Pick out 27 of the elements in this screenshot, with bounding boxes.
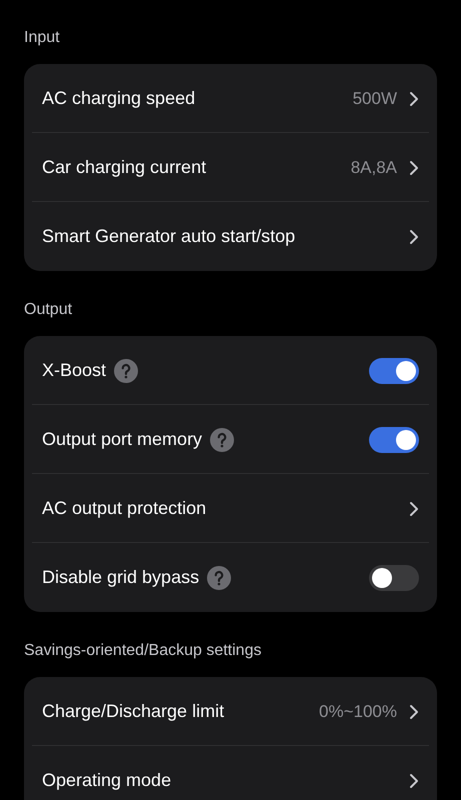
help-icon[interactable]	[114, 358, 138, 382]
setting-value: 500W	[352, 88, 397, 110]
setting-label: Output port memory	[42, 428, 202, 451]
section-title: Savings-oriented/Backup settings	[24, 641, 262, 661]
setting-label: Disable grid bypass	[42, 566, 200, 589]
setting-label: X-Boost	[42, 359, 106, 382]
setting-label: Charge/Discharge limit	[42, 700, 224, 723]
chevron-icon	[409, 160, 419, 176]
chevron-icon	[409, 704, 419, 720]
setting-label: AC output protection	[42, 497, 206, 520]
help-icon[interactable]	[210, 428, 234, 452]
chevron-icon	[409, 90, 419, 106]
setting-label: Car charging current	[42, 156, 206, 179]
toggle-switch[interactable]	[369, 564, 419, 590]
chevron-icon	[409, 228, 419, 244]
setting-label: Operating mode	[42, 769, 172, 792]
setting-label: AC charging speed	[42, 87, 196, 110]
section-title: Output	[24, 300, 74, 320]
setting-value: 8A,8A	[350, 156, 397, 179]
toggle-switch[interactable]	[369, 358, 419, 384]
help-icon[interactable]	[207, 566, 232, 590]
setting-value: 0%~100%	[319, 700, 397, 723]
toggle-switch[interactable]	[369, 426, 419, 452]
section-title: Input	[24, 28, 61, 48]
chevron-icon	[409, 500, 419, 516]
chevron-icon	[409, 772, 419, 788]
setting-label: Smart Generator auto start/stop	[42, 225, 296, 248]
